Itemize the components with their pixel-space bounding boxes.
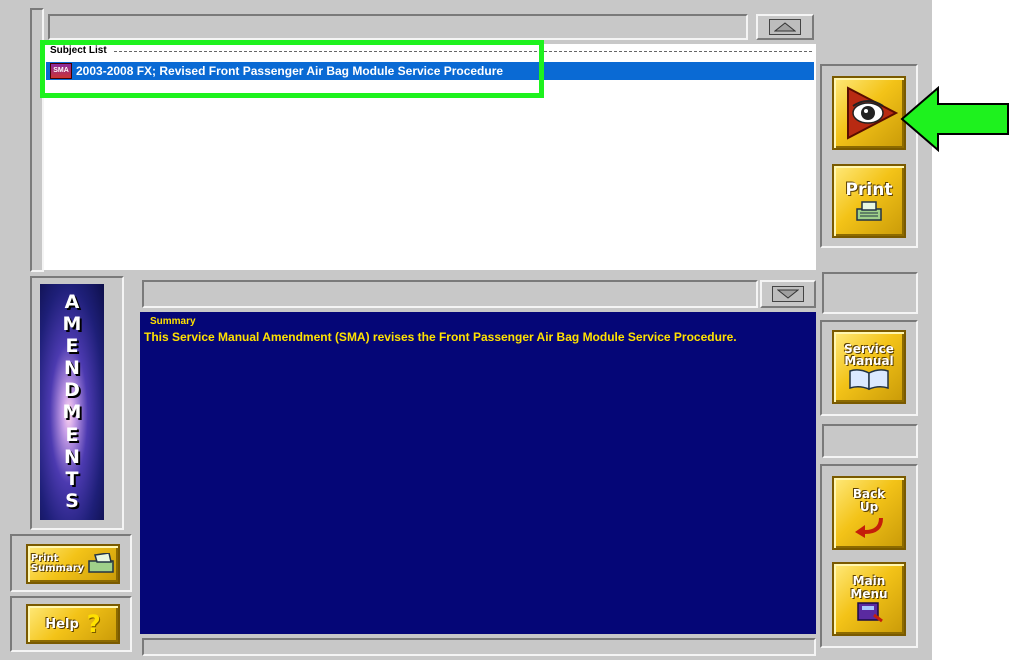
menu-book-icon — [857, 602, 883, 623]
empty-slot — [822, 272, 918, 314]
summary-text: This Service Manual Amendment (SMA) revi… — [144, 330, 737, 344]
banner-letter: S — [65, 489, 79, 512]
back-arrow-icon — [855, 517, 883, 538]
green-arrow-icon — [900, 86, 1009, 152]
print-label: Print — [845, 180, 893, 200]
view-document-button[interactable] — [832, 76, 906, 150]
empty-slot — [822, 424, 918, 458]
app-window: Subject List SMA 2003-2008 FX; Revised F… — [0, 0, 932, 660]
scroll-down-button[interactable] — [760, 280, 816, 308]
banner-letter: E — [65, 335, 79, 358]
printer-icon — [88, 553, 114, 573]
printer-icon — [856, 201, 882, 221]
main-menu-label-2: Menu — [850, 587, 888, 601]
down-triangle-icon — [772, 286, 804, 302]
question-mark-icon: ? — [86, 610, 101, 638]
highlight-box — [40, 40, 544, 98]
book-icon — [849, 369, 889, 391]
scroll-up-button[interactable] — [756, 14, 814, 40]
main-menu-button[interactable]: Main Menu — [832, 562, 906, 636]
banner-letter: N — [64, 357, 80, 380]
banner-letter: M — [62, 313, 82, 336]
banner-letter: D — [64, 379, 80, 402]
print-summary-button[interactable]: Print Summary — [26, 544, 120, 584]
back-up-button[interactable]: Back Up — [832, 476, 906, 550]
summary-footer-bar — [142, 638, 816, 656]
summary-header-bar — [142, 280, 758, 308]
summary-panel: Summary This Service Manual Amendment (S… — [140, 312, 816, 634]
help-button[interactable]: Help ? — [26, 604, 120, 644]
print-summary-label-2: Summary — [30, 563, 85, 574]
banner-letter: M — [62, 401, 82, 424]
up-triangle-icon — [769, 19, 801, 35]
service-manual-label-2: Manual — [844, 354, 894, 368]
amendments-banner: A M E N D M E N T S — [40, 284, 104, 520]
summary-title: Summary — [150, 316, 196, 327]
service-manual-button[interactable]: Service Manual — [832, 330, 906, 404]
banner-letter: E — [65, 423, 79, 446]
print-summary-label: Print Summary — [31, 554, 84, 574]
print-button[interactable]: Print — [832, 164, 906, 238]
banner-letter: N — [64, 445, 80, 468]
help-label: Help — [45, 616, 79, 632]
banner-letter: T — [65, 467, 79, 490]
eye-arrow-icon — [847, 86, 899, 140]
subject-header-bar — [48, 14, 748, 40]
back-up-label-2: Up — [859, 500, 879, 514]
banner-letter: A — [64, 291, 80, 314]
